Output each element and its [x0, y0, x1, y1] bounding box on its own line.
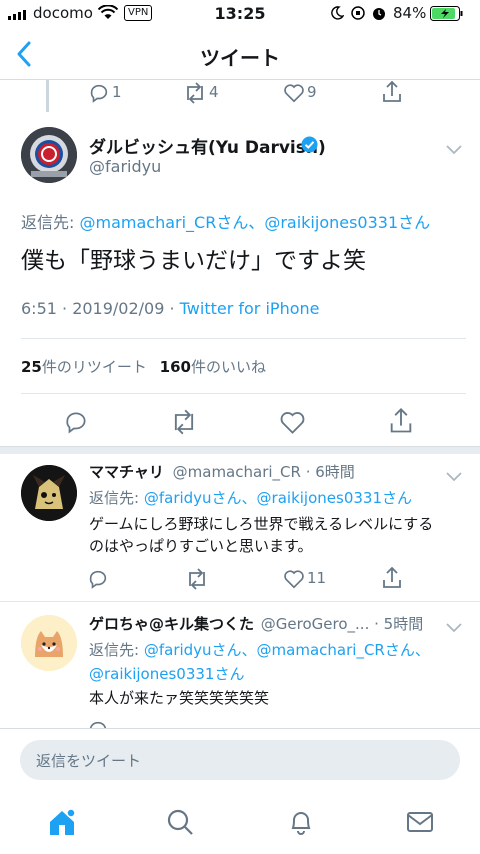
- verified-icon: [301, 136, 318, 157]
- tweet-meta: 6:51 · 2019/02/09 · Twitter for iPhone: [21, 299, 319, 318]
- tweet-text: 僕も「野球うまいだけ」ですよ笑: [21, 248, 366, 274]
- home-icon[interactable]: [46, 806, 78, 842]
- reply2-handle[interactable]: @GeroGero_...: [261, 615, 370, 633]
- avatar[interactable]: [21, 127, 77, 183]
- bell-icon[interactable]: [287, 808, 315, 840]
- reply2-context: 返信先: @faridyuさん、@mamachari_CRさん、 @raikij…: [89, 638, 430, 686]
- avatar[interactable]: [21, 615, 77, 671]
- reply-mentions[interactable]: @mamachari_CRさん、@raikijones0331さん: [80, 213, 431, 232]
- reply-input[interactable]: 返信をツイート: [20, 740, 460, 780]
- reply1-text: ゲームにしろ野球にしろ世界で戦えるレベルにする のはやっぱりすごいと思います。: [89, 513, 433, 557]
- reply-button[interactable]: [63, 409, 89, 439]
- like-button[interactable]: [279, 409, 306, 440]
- reply-input-placeholder: 返信をツイート: [36, 752, 142, 770]
- reply1-text-line: ゲームにしろ野球にしろ世界で戦えるレベルにする: [89, 515, 434, 533]
- author-handle[interactable]: @faridyu: [89, 157, 161, 176]
- status-bar: docomo VPN 13:25 84%: [0, 0, 480, 28]
- thread-line: [46, 80, 49, 112]
- retweet-button[interactable]: [170, 409, 198, 439]
- reply-context: 返信先: @mamachari_CRさん、@raikijones0331さん: [21, 209, 430, 233]
- reply2-header: ゲロちゃ@キル集つくた @GeroGero_... · 5時間: [89, 613, 423, 634]
- retweet-number: 25: [21, 358, 42, 376]
- prev-reply-count: 1: [112, 83, 122, 101]
- tweet-timestamp: 6:51 · 2019/02/09 ·: [21, 299, 180, 318]
- mail-icon[interactable]: [406, 810, 434, 838]
- section-gap: [0, 446, 480, 454]
- search-icon[interactable]: [166, 808, 194, 840]
- reply1-author-name[interactable]: ママチャリ: [89, 463, 164, 481]
- reply1-context: 返信先: @faridyuさん、@raikijones0331さん: [89, 487, 412, 508]
- reply1-share-button[interactable]: [381, 566, 403, 594]
- reply2-prefix: 返信先:: [89, 641, 140, 659]
- reply1-retweet-button[interactable]: [185, 568, 209, 594]
- moon-icon: [330, 6, 345, 24]
- reply1-like-count: 11: [307, 569, 327, 587]
- like-label: 件のいいね: [190, 358, 266, 376]
- battery-icon: [430, 6, 464, 25]
- prev-like-count: 9: [307, 83, 317, 101]
- reply2-mentions[interactable]: @raikijones0331さん: [89, 662, 430, 686]
- divider: [0, 601, 480, 602]
- tab-bar: [0, 796, 480, 854]
- alarm-icon: [371, 5, 387, 25]
- retweet-label: 件のリツイート: [41, 358, 147, 376]
- reply1-reply-button[interactable]: [87, 568, 109, 594]
- chevron-down-icon[interactable]: [446, 467, 462, 486]
- prev-retweet-count: 4: [209, 83, 219, 101]
- tweet-client[interactable]: Twitter for iPhone: [180, 299, 320, 318]
- reply2-mentions[interactable]: @faridyuさん、@mamachari_CRさん、: [144, 641, 430, 659]
- chevron-down-icon[interactable]: [446, 140, 462, 159]
- reply1-prefix: 返信先:: [89, 489, 140, 507]
- prev-share-button[interactable]: [381, 80, 403, 108]
- reply1-mentions[interactable]: @faridyuさん、@raikijones0331さん: [144, 489, 412, 507]
- chevron-down-icon[interactable]: [446, 618, 462, 637]
- like-number: 160: [159, 358, 191, 376]
- like-stat[interactable]: 160件のいいね: [160, 358, 266, 376]
- battery-percent: 84%: [393, 4, 427, 22]
- reply1-header: ママチャリ @mamachari_CR · 6時間: [89, 461, 355, 482]
- reply-prefix: 返信先:: [21, 213, 75, 232]
- reply1-handle-time[interactable]: @mamachari_CR · 6時間: [173, 463, 355, 481]
- avatar[interactable]: [21, 465, 77, 521]
- nav-bar: ツイート: [0, 28, 480, 80]
- reply1-text-line: のはやっぱりすごいと思います。: [89, 537, 313, 555]
- reply2-text: 本人が来たァ笑笑笑笑笑笑: [89, 689, 270, 707]
- page-title: ツイート: [200, 46, 280, 70]
- orientation-lock-icon: [350, 5, 366, 25]
- retweet-stat[interactable]: 25件のリツイート: [21, 358, 147, 376]
- tweet-stats: 25件のリツイート 160件のいいね: [21, 356, 266, 377]
- reply2-author-name[interactable]: ゲロちゃ@キル集つくた: [89, 615, 254, 633]
- author-name[interactable]: ダルビッシュ有(Yu Darvish): [89, 133, 326, 158]
- divider: [21, 393, 466, 394]
- divider: [21, 338, 466, 339]
- share-button[interactable]: [388, 407, 414, 439]
- reply2-time: · 5時間: [369, 615, 424, 633]
